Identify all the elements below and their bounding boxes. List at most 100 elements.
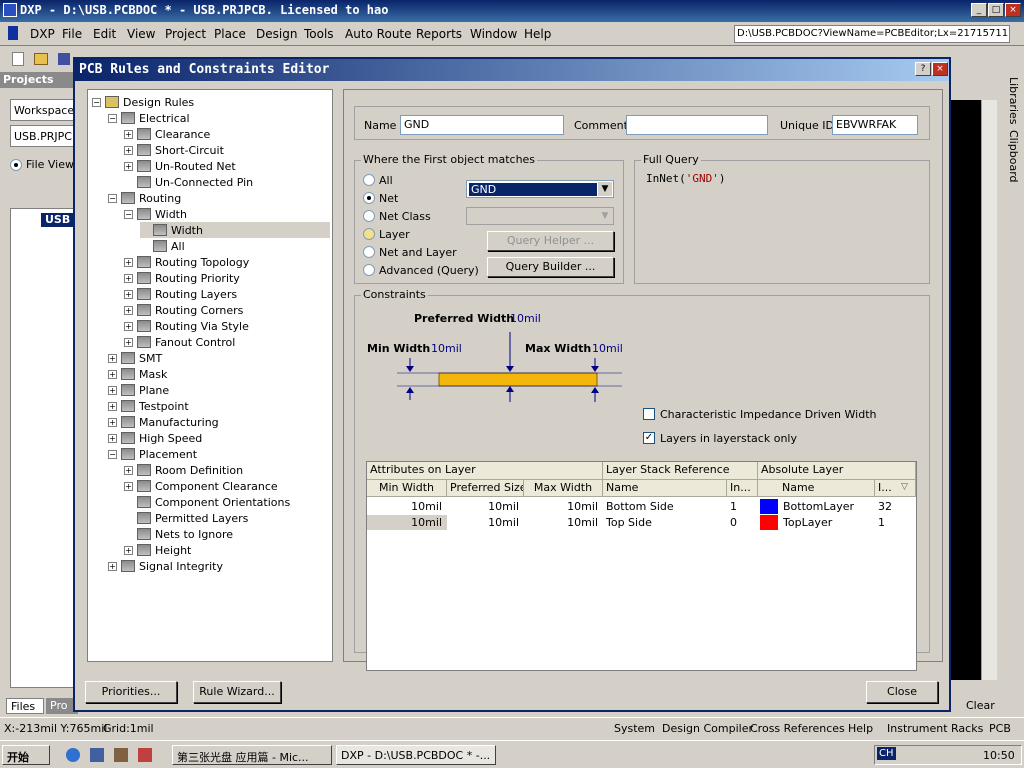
workspace-button[interactable]: Workspace bbox=[10, 99, 76, 121]
vertical-scrollbar[interactable] bbox=[981, 100, 997, 680]
expand-icon[interactable]: + bbox=[108, 433, 117, 443]
menu-reports[interactable]: Reports bbox=[416, 27, 462, 41]
expand-icon[interactable]: + bbox=[124, 337, 133, 347]
start-button[interactable]: 开始 bbox=[2, 745, 50, 765]
match-radio[interactable] bbox=[363, 246, 375, 258]
tree-node[interactable]: + Clearance bbox=[124, 126, 210, 142]
expand-icon[interactable]: + bbox=[108, 417, 117, 427]
menu-project[interactable]: Project bbox=[165, 27, 206, 41]
match-radio[interactable] bbox=[363, 228, 375, 240]
expand-icon[interactable]: + bbox=[124, 465, 133, 475]
expand-icon[interactable]: + bbox=[124, 257, 133, 267]
open-icon[interactable] bbox=[34, 53, 48, 65]
tree-node[interactable]: Permitted Layers bbox=[124, 510, 248, 526]
taskbar-word-task[interactable]: 第三张光盘 应用篇 - Mic... bbox=[172, 745, 332, 765]
close-button[interactable]: Close bbox=[866, 681, 938, 703]
expand-icon[interactable]: + bbox=[124, 545, 133, 555]
tree-node[interactable]: + Routing Priority bbox=[124, 270, 240, 286]
expand-icon[interactable]: + bbox=[124, 305, 133, 315]
pcb-canvas[interactable] bbox=[951, 100, 981, 680]
tree-node[interactable]: + Fanout Control bbox=[124, 334, 235, 350]
expand-icon[interactable]: + bbox=[108, 561, 117, 571]
tree-node[interactable]: Nets to Ignore bbox=[124, 526, 233, 542]
col-layer-name[interactable]: Name bbox=[758, 480, 875, 497]
expand-icon[interactable]: + bbox=[108, 385, 117, 395]
tree-node[interactable]: All bbox=[140, 238, 185, 254]
net-class-select[interactable]: ▼ bbox=[466, 207, 614, 225]
col-max-width[interactable]: Max Width bbox=[524, 480, 603, 497]
collapse-icon[interactable]: − bbox=[92, 97, 101, 107]
tree-node[interactable]: + Routing Layers bbox=[124, 286, 237, 302]
language-indicator[interactable]: CH bbox=[877, 747, 896, 760]
status-system[interactable]: System bbox=[614, 722, 655, 735]
tree-node[interactable]: + Height bbox=[124, 542, 191, 558]
expand-icon[interactable]: + bbox=[124, 145, 133, 155]
match-radio[interactable] bbox=[363, 210, 375, 222]
query-helper-button[interactable]: Query Helper ... bbox=[487, 231, 614, 251]
tree-node[interactable]: + Room Definition bbox=[124, 462, 243, 478]
tree-node[interactable]: + Plane bbox=[108, 382, 169, 398]
col-preferred-size[interactable]: Preferred Size bbox=[447, 480, 524, 497]
menu-place[interactable]: Place bbox=[214, 27, 246, 41]
priorities-button[interactable]: Priorities... bbox=[85, 681, 177, 703]
menu-design[interactable]: Design bbox=[256, 27, 297, 41]
tree-node[interactable]: + Routing Via Style bbox=[124, 318, 249, 334]
expand-icon[interactable]: + bbox=[124, 321, 133, 331]
project-button[interactable]: USB.PRJPC bbox=[10, 125, 76, 147]
status-instrument-racks[interactable]: Instrument Racks bbox=[887, 722, 983, 735]
expand-icon[interactable]: + bbox=[124, 481, 133, 491]
tree-node[interactable]: + Component Clearance bbox=[124, 478, 278, 494]
right-tab-libraries[interactable]: Libraries bbox=[1000, 75, 1022, 125]
expand-icon[interactable]: + bbox=[124, 161, 133, 171]
file-view-radio[interactable] bbox=[10, 159, 22, 171]
menu-auto-route[interactable]: Auto Route bbox=[345, 27, 412, 41]
status-pcb[interactable]: PCB bbox=[989, 722, 1011, 735]
tree-node[interactable]: + Routing Corners bbox=[124, 302, 243, 318]
save-icon[interactable] bbox=[58, 53, 70, 65]
tree-node[interactable]: + Un-Routed Net bbox=[124, 158, 236, 174]
tree-node[interactable]: + SMT bbox=[108, 350, 162, 366]
tree-node[interactable]: + Manufacturing bbox=[108, 414, 219, 430]
tree-node[interactable]: Un-Connected Pin bbox=[124, 174, 253, 190]
tree-node[interactable]: − Placement bbox=[108, 446, 197, 462]
right-tab-clipboard[interactable]: Clipboard bbox=[1000, 128, 1022, 184]
status-cross-references[interactable]: Cross References bbox=[750, 722, 845, 735]
menu-edit[interactable]: Edit bbox=[93, 27, 116, 41]
address-box[interactable]: D:\USB.PCBDOC?ViewName=PCBEditor;Lx=2171… bbox=[734, 25, 1010, 43]
new-icon[interactable] bbox=[12, 52, 24, 66]
tree-node[interactable]: Width bbox=[140, 222, 330, 238]
tree-node[interactable]: + Short-Circuit bbox=[124, 142, 224, 158]
status-help[interactable]: Help bbox=[848, 722, 873, 735]
collapse-icon[interactable]: − bbox=[108, 449, 117, 459]
menu-file[interactable]: File bbox=[62, 27, 82, 41]
minimize-button[interactable]: _ bbox=[971, 3, 987, 17]
name-field[interactable]: GND bbox=[400, 115, 564, 135]
net-select[interactable]: GND ▼ bbox=[466, 180, 614, 198]
layerstack-checkbox[interactable]: ✓ bbox=[643, 432, 655, 444]
status-design-compiler[interactable]: Design Compiler bbox=[662, 722, 753, 735]
match-radio[interactable] bbox=[363, 192, 375, 204]
collapse-icon[interactable]: − bbox=[124, 209, 133, 219]
menu-window[interactable]: Window bbox=[470, 27, 517, 41]
desktop-icon[interactable] bbox=[90, 748, 104, 762]
close-window-button[interactable]: × bbox=[1005, 3, 1021, 17]
query-builder-button[interactable]: Query Builder ... bbox=[487, 257, 614, 277]
menu-view[interactable]: View bbox=[127, 27, 155, 41]
table-row[interactable]: 10mil 10mil 10mil Top Side 0 TopLayer 1 bbox=[367, 515, 916, 531]
tree-node[interactable]: + High Speed bbox=[108, 430, 202, 446]
app-icon-2[interactable] bbox=[114, 748, 128, 762]
rule-wizard-button[interactable]: Rule Wizard... bbox=[193, 681, 281, 703]
tree-node[interactable]: + Mask bbox=[108, 366, 167, 382]
match-radio[interactable] bbox=[363, 174, 375, 186]
collapse-icon[interactable]: − bbox=[108, 193, 117, 203]
tree-node[interactable]: + Routing Topology bbox=[124, 254, 249, 270]
expand-icon[interactable]: + bbox=[108, 353, 117, 363]
menu-dxp[interactable]: DXP bbox=[30, 27, 55, 41]
expand-icon[interactable]: + bbox=[124, 129, 133, 139]
col-stack-name[interactable]: Name bbox=[603, 480, 727, 497]
expand-icon[interactable]: + bbox=[108, 369, 117, 379]
panel-tab-files[interactable]: Files bbox=[6, 698, 44, 714]
net-dropdown-arrow-icon[interactable]: ▼ bbox=[598, 182, 612, 196]
taskbar-dxp-task[interactable]: DXP - D:\USB.PCBDOC * -... bbox=[336, 745, 496, 765]
menu-help[interactable]: Help bbox=[524, 27, 551, 41]
